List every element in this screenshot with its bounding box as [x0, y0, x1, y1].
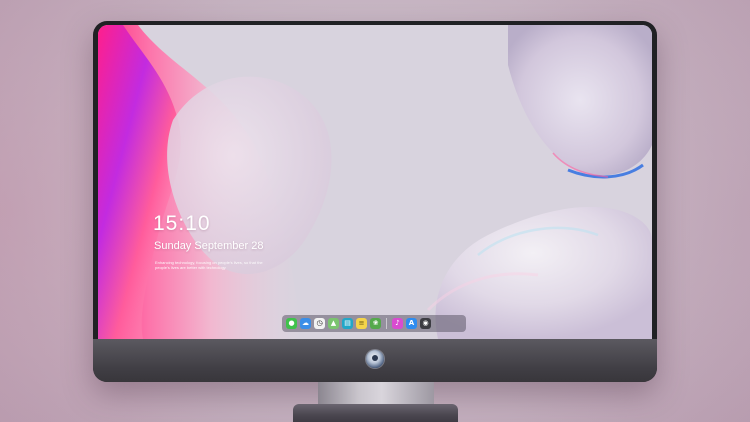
map-icon[interactable]: ▲	[328, 318, 339, 329]
film-icon[interactable]: ▤	[342, 318, 353, 329]
notes-icon[interactable]: ≡	[356, 318, 367, 329]
cloud-icon[interactable]: ☁	[300, 318, 311, 329]
app-store-icon[interactable]: A	[406, 318, 417, 329]
wallpaper	[98, 25, 652, 339]
music-note-icon[interactable]: ♪	[392, 318, 403, 329]
dock: ● ☁ ◷ ▲ ▤ ≡ ❀ ♪ A ◉	[282, 315, 466, 332]
camera-icon[interactable]: ◉	[420, 318, 431, 329]
lock-time: 15:10	[153, 212, 211, 235]
lock-notice: Enhancing technology, focusing on people…	[155, 260, 263, 270]
photos-icon[interactable]: ❀	[370, 318, 381, 329]
dock-separator	[386, 318, 387, 329]
lock-screen: 15:10 Sunday September 28 Enhancing tech…	[98, 25, 652, 339]
clock-icon[interactable]: ◷	[314, 318, 325, 329]
brand-logo-icon	[366, 350, 384, 368]
chat-bubble-icon[interactable]: ●	[286, 318, 297, 329]
monitor-stand-base	[293, 404, 458, 422]
lock-date: Sunday September 28	[154, 240, 264, 252]
monitor: 15:10 Sunday September 28 Enhancing tech…	[93, 21, 657, 382]
monitor-chin	[93, 339, 657, 382]
